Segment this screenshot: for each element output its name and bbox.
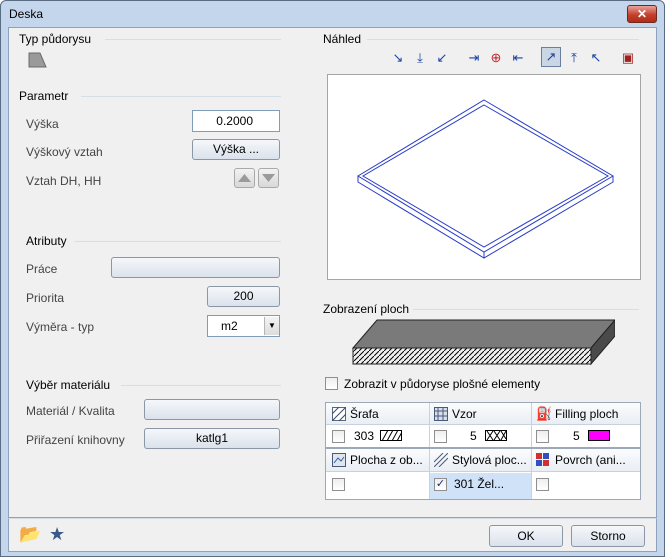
pattern-swatch-icon: [485, 430, 507, 441]
vzor-checkbox[interactable]: [434, 430, 447, 443]
povrch-checkbox[interactable]: [536, 478, 549, 491]
nahled-heading: Náhled: [323, 32, 362, 46]
plocha-checkbox[interactable]: [332, 478, 345, 491]
prace-label: Práce: [26, 262, 58, 276]
vyska-button[interactable]: Výška ...: [192, 139, 280, 160]
divider: [121, 385, 281, 386]
stylova-value[interactable]: 301 Žel...: [454, 477, 504, 491]
ok-button[interactable]: OK: [489, 525, 563, 547]
slab-preview-icon: [357, 99, 614, 259]
vzor-value[interactable]: 5: [470, 429, 477, 443]
stylova-checkbox[interactable]: ✓: [434, 478, 447, 491]
divider: [81, 96, 281, 97]
stylova-label: Stylová ploc...: [452, 453, 527, 467]
window-title: Deska: [9, 7, 44, 21]
filling-label: Filling ploch: [555, 407, 619, 421]
zobrazit-checkbox[interactable]: [325, 377, 338, 390]
priorita-button[interactable]: 200: [207, 286, 280, 307]
save-favorites-icon[interactable]: ★: [49, 524, 65, 545]
srafa-checkbox[interactable]: [332, 430, 345, 443]
open-favorites-icon[interactable]: 📂: [19, 524, 41, 545]
vyskovy-vztah-label: Výškový vztah: [26, 145, 103, 159]
view-northwest-icon[interactable]: ↖: [587, 49, 605, 67]
kvalita-button[interactable]: [144, 399, 280, 420]
hatch-swatch-icon: [380, 430, 402, 441]
view-center-icon[interactable]: ⊕: [487, 49, 505, 67]
divider: [367, 39, 639, 40]
arrow-down-button[interactable]: [258, 168, 279, 188]
divider: [413, 309, 639, 310]
pattern-icon: [434, 407, 448, 421]
knihovna-label: Přiřazení knihovny: [26, 433, 125, 447]
prace-button[interactable]: [111, 257, 280, 278]
storno-button[interactable]: Storno: [571, 525, 645, 547]
vyska-input[interactable]: 0.2000: [192, 110, 280, 132]
divider: [531, 403, 532, 447]
divider: [531, 449, 532, 499]
triangle-up-icon: [238, 174, 251, 182]
dialog-window: Deska ✕ Typ půdorysu Parametr Výška 0.20…: [0, 0, 665, 557]
priorita-label: Priorita: [26, 291, 65, 305]
view-west-icon[interactable]: ⇥: [465, 49, 483, 67]
filling-value[interactable]: 5: [573, 429, 580, 443]
fill-bucket-icon: ⛽: [536, 406, 553, 421]
fill-color-swatch: [588, 430, 610, 441]
surface-preview-icon: [351, 319, 615, 366]
style-surface-icon: [434, 453, 448, 467]
dialog-body: Typ půdorysu Parametr Výška 0.2000 Výško…: [8, 27, 657, 518]
object-surface-icon: [332, 453, 346, 467]
surface-settings-grid: Šrafa Vzor ⛽ Filling ploch 303 5 5 Ploch…: [325, 402, 641, 500]
atributy-heading: Atributy: [26, 234, 67, 248]
arrow-up-button[interactable]: [234, 168, 255, 188]
zobrazit-label: Zobrazit v půdoryse plošné elementy: [344, 377, 541, 391]
plocha-label: Plocha z ob...: [350, 453, 423, 467]
view-south-icon[interactable]: ⤓: [411, 49, 429, 67]
view-north-icon[interactable]: ⤒: [565, 49, 583, 67]
view-northeast-icon[interactable]: ↗: [541, 47, 561, 67]
texture-surface-icon: [536, 453, 549, 466]
dialog-footer: 📂 ★ OK Storno: [8, 518, 657, 552]
view-southwest-icon[interactable]: ↘: [389, 49, 407, 67]
vzor-label: Vzor: [452, 407, 477, 421]
divider: [429, 403, 430, 447]
preview-canvas[interactable]: [327, 74, 641, 280]
vyska-label: Výška: [26, 117, 59, 131]
triangle-down-icon: [262, 174, 275, 182]
typ-heading: Typ půdorysu: [19, 32, 92, 46]
view-east-icon[interactable]: ⇤: [509, 49, 527, 67]
hatch-icon: [332, 407, 346, 421]
parametr-heading: Parametr: [19, 89, 69, 103]
view-southeast-icon[interactable]: ↙: [433, 49, 451, 67]
divider: [105, 39, 281, 40]
close-button[interactable]: ✕: [627, 5, 657, 23]
srafa-value[interactable]: 303: [354, 429, 374, 443]
kvalita-label: Materiál / Kvalita: [26, 404, 115, 418]
chevron-down-icon[interactable]: ▼: [264, 317, 279, 335]
zobrazeni-heading: Zobrazení ploch: [323, 302, 410, 316]
knihovna-button[interactable]: katlg1: [144, 428, 280, 449]
povrch-label: Povrch (ani...: [555, 453, 626, 467]
vztah-dh-label: Vztah DH, HH: [26, 174, 102, 188]
divider: [74, 241, 281, 242]
render-settings-icon[interactable]: ▣: [619, 49, 637, 67]
vymera-value: m2: [221, 319, 238, 333]
material-heading: Výběr materiálu: [26, 378, 111, 392]
trapezoid-shape-icon[interactable]: [27, 52, 47, 68]
filling-checkbox[interactable]: [536, 430, 549, 443]
vymera-label: Výměra - typ: [26, 320, 95, 334]
vymera-select[interactable]: m2 ▼: [207, 315, 280, 337]
srafa-label: Šrafa: [350, 407, 379, 421]
title-bar: Deska ✕: [1, 1, 664, 27]
